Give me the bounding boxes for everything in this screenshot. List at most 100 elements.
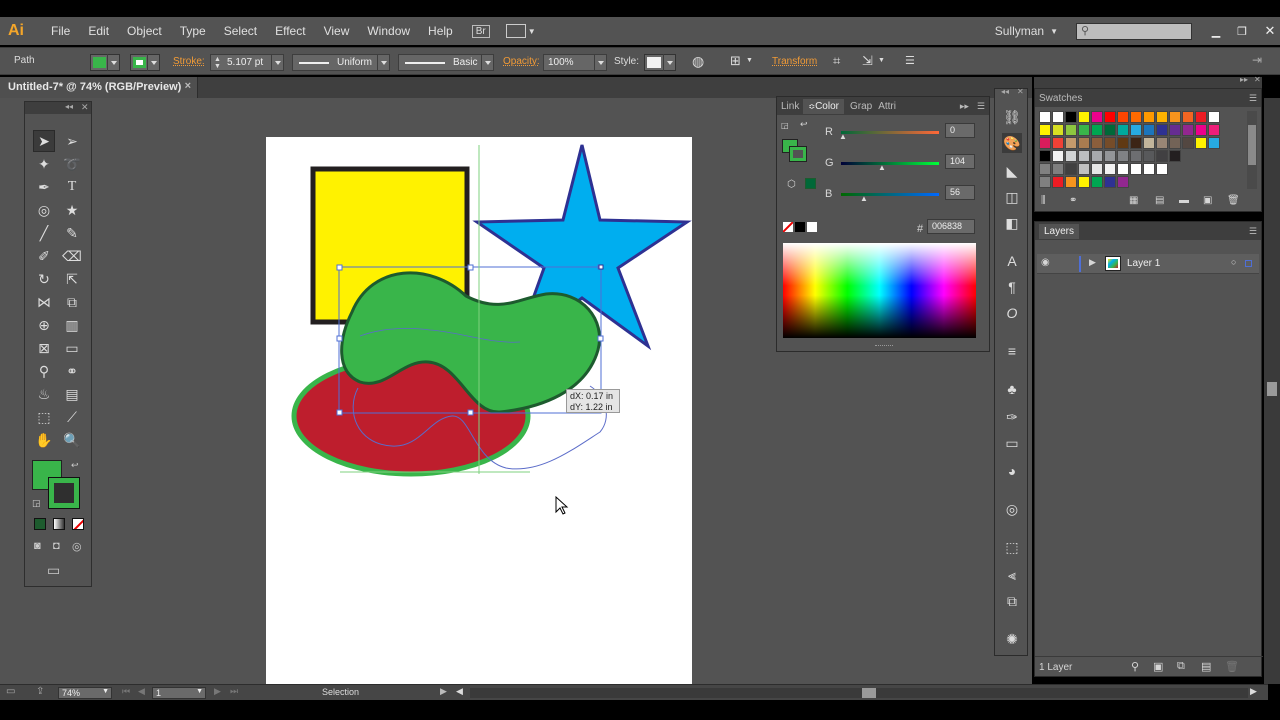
swatch-tile[interactable] [1117,111,1129,123]
swatch-tile[interactable] [1156,137,1168,149]
default-colors-icon[interactable]: ◲ [781,121,789,130]
slice-tool[interactable]: ⟋ [61,406,83,428]
panel-stroke-swatch[interactable] [789,146,807,162]
zoom-field[interactable]: 74% ▼ [58,687,112,699]
swatch-tile[interactable] [1195,111,1207,123]
color-guide-icon[interactable]: 🎨 [1002,133,1022,153]
swatch-tile[interactable] [1143,137,1155,149]
out-of-gamut-icon[interactable]: ⬡ [787,179,796,190]
new-layer-icon[interactable]: ▤ [1201,660,1211,673]
expand-icon[interactable]: ▸▸ [960,101,969,112]
swatch-tile[interactable] [1078,163,1090,175]
swatch-tile[interactable] [1117,163,1129,175]
info-icon[interactable]: ✺ [1002,629,1022,649]
links-icon[interactable]: ⛓ [1002,107,1022,127]
default-colors-icon[interactable]: ◲ [32,498,41,509]
swatch-tile[interactable] [1156,150,1168,162]
swatch-tile[interactable] [1182,111,1194,123]
swatch-tile[interactable] [1143,163,1155,175]
scale-tool[interactable]: ⇱ [61,268,83,290]
artboard-tool[interactable]: ⬚ [33,406,55,428]
pathfinder-icon[interactable]: ◕ [1002,461,1022,481]
eye-icon[interactable]: ◉ [1041,257,1050,268]
g-value-field[interactable]: 104 [945,154,975,169]
g-slider-thumb[interactable]: ▲ [878,163,886,172]
gradient-mode-button[interactable] [53,518,65,530]
chevron-down-icon[interactable]: ▼ [196,688,203,695]
target-icon[interactable]: ○ [1231,257,1236,267]
selection-indicator[interactable] [1245,260,1252,267]
web-safe-swatch[interactable] [805,178,816,189]
show-kinds-icon[interactable]: ⚭ [1069,195,1077,206]
swatch-tile[interactable] [1091,176,1103,188]
swatch-tile[interactable] [1156,163,1168,175]
close-icon[interactable]: ✕ [81,102,89,113]
swatch-tile[interactable] [1039,124,1051,136]
mesh-tool[interactable]: ⊠ [33,337,55,359]
transparency-icon[interactable]: ◫ [1002,187,1022,207]
swatch-tile[interactable] [1117,124,1129,136]
symbol-sprayer-tool[interactable]: ♨ [33,383,55,405]
selection-tool[interactable]: ➤ [33,130,55,152]
swatch-tile[interactable] [1130,111,1142,123]
color-spectrum[interactable] [783,243,976,338]
stroke-color-box[interactable] [48,477,80,509]
magic-wand-tool[interactable]: ✦ [33,153,55,175]
swatch-tile[interactable] [1091,124,1103,136]
screen-mode-icon[interactable]: ▭ [47,562,60,579]
b-slider-thumb[interactable]: ▲ [860,194,868,203]
artboard-nav-icon[interactable]: ▭ [6,686,15,697]
swatch-tile[interactable] [1052,150,1064,162]
layer-name[interactable]: Layer 1 [1127,258,1160,269]
swatch-options-icon[interactable]: ▦ [1129,195,1138,206]
swatch-tile[interactable] [1104,137,1116,149]
swatch-tile[interactable] [1052,111,1064,123]
paragraph-icon[interactable]: ¶ [1002,277,1022,297]
free-transform-tool[interactable]: ⧉ [61,291,83,313]
draw-inside-icon[interactable]: ◎ [72,540,82,553]
none-mode-button[interactable] [72,518,84,530]
eraser-tool[interactable]: ⌫ [61,245,83,267]
swatch-tile[interactable] [1182,124,1194,136]
none-swatch[interactable] [783,222,793,232]
tab-graphic-styles[interactable]: Grap [850,101,872,112]
swatch-tile[interactable] [1091,163,1103,175]
width-tool[interactable]: ⋈ [33,291,55,313]
swatch-tile[interactable] [1052,137,1064,149]
navigator-icon[interactable]: ◎ [1002,499,1022,519]
trash-icon[interactable]: 🗑 [1225,660,1239,673]
brushes-icon[interactable]: ✑ [1002,407,1022,427]
swatch-tile[interactable] [1169,150,1181,162]
status-menu-icon[interactable]: ▶ [440,686,447,697]
panel-resize-grip[interactable] [875,345,893,348]
swatch-tile[interactable] [1195,124,1207,136]
character-icon[interactable]: A [1002,251,1022,271]
swap-fill-stroke-icon[interactable]: ↩ [71,460,79,471]
swatch-tile[interactable] [1130,124,1142,136]
tab-color[interactable]: ≎Color [803,98,844,114]
new-color-group-icon[interactable]: ▤ [1155,195,1164,206]
swatch-tile[interactable] [1052,176,1064,188]
panel-menu-icon[interactable]: ☰ [977,101,985,112]
collapse-icon[interactable]: ◂◂ [65,102,73,111]
swatch-tile[interactable] [1065,137,1077,149]
tab-attributes[interactable]: Attri [878,101,896,112]
last-artboard-icon[interactable]: ⏭ [230,686,238,697]
swatch-tile[interactable] [1169,111,1181,123]
paintbrush-tool[interactable]: ╱ [33,222,55,244]
scroll-right-icon[interactable]: ▶ [1250,686,1257,697]
swatch-tile[interactable] [1039,137,1051,149]
draw-behind-icon[interactable]: ◘ [53,540,60,552]
swatch-tile[interactable] [1182,137,1194,149]
swatch-tile[interactable] [1091,150,1103,162]
swatch-tile[interactable] [1091,111,1103,123]
first-artboard-icon[interactable]: ⏮ [122,686,130,697]
pen-tool[interactable]: ✒ [33,176,55,198]
swatch-tile[interactable] [1195,137,1207,149]
chevron-down-icon[interactable]: ▼ [102,688,109,695]
swatch-tile[interactable] [1143,124,1155,136]
swatch-tile[interactable] [1065,111,1077,123]
swatch-tile[interactable] [1208,111,1220,123]
swatch-tile[interactable] [1208,124,1220,136]
swatch-tile[interactable] [1104,163,1116,175]
